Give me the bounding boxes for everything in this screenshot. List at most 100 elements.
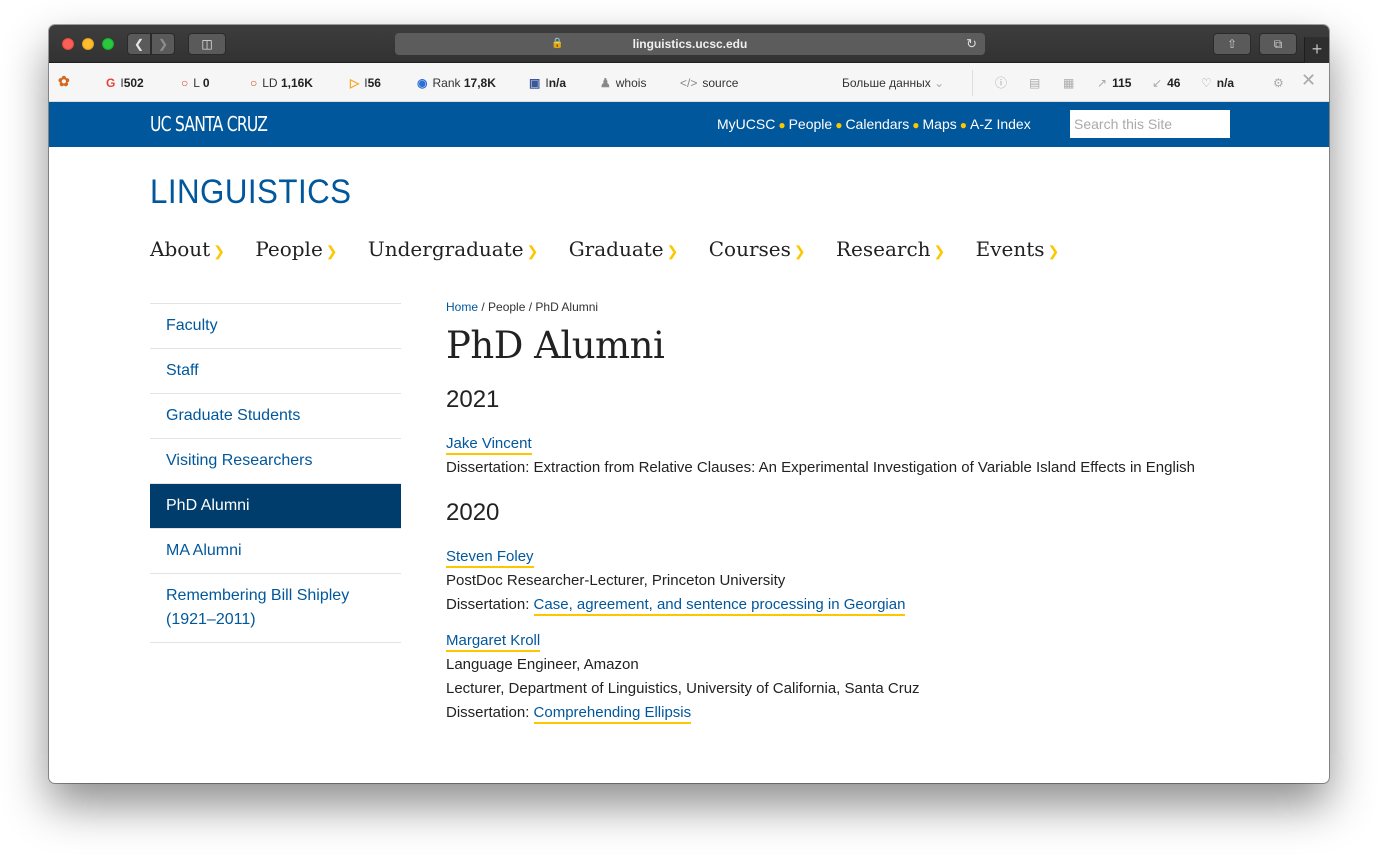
sidebar-item-ma-alumni[interactable]: MA Alumni: [150, 528, 401, 573]
address-text: linguistics.ucsc.edu: [632, 37, 748, 51]
lock-icon: 🔒: [551, 38, 564, 49]
chevron-down-icon: ❯: [526, 244, 539, 260]
seoquake-logo-icon[interactable]: ✿: [58, 73, 70, 89]
nav-graduate[interactable]: Graduate ❯: [569, 237, 679, 261]
sidebar-item-graduate-students[interactable]: Graduate Students: [150, 393, 401, 438]
close-window-button[interactable]: [62, 38, 74, 50]
circle-icon: ○: [181, 76, 189, 90]
close-toolbar-icon[interactable]: ✕: [1301, 71, 1316, 89]
new-tab-button[interactable]: +: [1304, 37, 1329, 63]
nav-people[interactable]: People ❯: [255, 237, 337, 261]
alumni-name-link[interactable]: Jake Vincent: [446, 435, 532, 455]
ucsc-logo[interactable]: UC SANTA CRUZ: [150, 112, 268, 136]
bing-index-item[interactable]: ▷ I56: [350, 75, 381, 91]
main-nav: About ❯ People ❯ Undergraduate ❯ Graduate ❯ …: [150, 237, 1083, 261]
share-icon: ⇧: [1226, 37, 1238, 51]
sidebar-item-staff[interactable]: Staff: [150, 348, 401, 393]
bullet-separator: ●: [959, 118, 967, 132]
myucsc-link[interactable]: MyUCSC: [717, 116, 775, 132]
dissertation-line: Dissertation: Comprehending Ellipsis: [446, 701, 1226, 725]
sidebar-item-remembering-bill-shipley[interactable]: Remembering Bill Shipley (1921–2011): [150, 573, 401, 643]
sidebar-item-visiting-researchers[interactable]: Visiting Researchers: [150, 438, 401, 483]
chevron-down-icon: ❯: [1047, 244, 1060, 260]
info-icon[interactable]: ⓘ: [995, 75, 1007, 91]
facebook-item[interactable]: ▣ In/a: [529, 75, 566, 91]
nav-research[interactable]: Research ❯: [836, 237, 945, 261]
circle-icon: ○: [250, 76, 258, 90]
dissertation-link[interactable]: Case, agreement, and sentence processing…: [533, 596, 906, 616]
forward-button[interactable]: ❯: [151, 33, 175, 55]
breadcrumb-home-link[interactable]: Home: [446, 300, 478, 314]
back-button[interactable]: ❮: [127, 33, 151, 55]
utility-links: MyUCSC ● People ● Calendars ● Maps ● A-Z Index: [717, 116, 1031, 132]
sidebar-item-faculty[interactable]: Faculty: [150, 303, 401, 348]
chevron-down-icon: ❯: [933, 244, 946, 260]
bing-icon: ▷: [350, 76, 360, 90]
dissertation-line: Dissertation: Extraction from Relative C…: [446, 459, 1195, 476]
breadcrumb: Home / People / PhD Alumni: [446, 300, 1226, 314]
toolbar-divider: [972, 70, 973, 96]
nav-events[interactable]: Events ❯: [976, 237, 1060, 261]
source-item[interactable]: </> source: [680, 75, 738, 91]
nav-about[interactable]: About ❯: [150, 237, 225, 261]
dissertation-link[interactable]: Comprehending Ellipsis: [533, 704, 692, 724]
bullet-separator: ●: [912, 118, 920, 132]
show-tabs-button[interactable]: ⧉: [1259, 33, 1297, 55]
breadcrumb-trail: / People / PhD Alumni: [478, 300, 599, 314]
user-icon: ♟: [600, 76, 611, 90]
google-icon: G: [106, 76, 116, 90]
bullet-separator: ●: [835, 118, 843, 132]
alumni-entry: Margaret Kroll Language Engineer, Amazon…: [446, 629, 1226, 725]
chart-icon[interactable]: ▤: [1029, 75, 1040, 91]
year-heading: 2020: [446, 499, 500, 526]
chevron-down-icon: ❯: [325, 244, 338, 260]
reload-icon[interactable]: ↻: [966, 33, 977, 55]
alumni-name-link[interactable]: Margaret Kroll: [446, 632, 541, 652]
address-bar[interactable]: 🔒 linguistics.ucsc.edu ↻: [395, 33, 985, 55]
nav-undergraduate[interactable]: Undergraduate ❯: [368, 237, 538, 261]
google-index-item[interactable]: G I502: [106, 75, 144, 91]
alumni-position: Language Engineer, Amazon: [446, 656, 639, 673]
rank-icon: ◉: [417, 76, 428, 90]
dissertation-title: Extraction from Relative Clauses: An Exp…: [533, 459, 1195, 476]
nav-courses[interactable]: Courses ❯: [709, 237, 806, 261]
share-button[interactable]: ⇧: [1213, 33, 1251, 55]
more-data-dropdown[interactable]: Больше данных ⌄: [842, 75, 944, 91]
whois-item[interactable]: ♟ whois: [600, 75, 646, 91]
chevron-down-icon: ❯: [666, 244, 679, 260]
seo-toolbar: ✿ G I502 ○ L 0 ○ LD 1,16K ▷ I56 ◉ Rank 17,8K …: [49, 63, 1329, 102]
document-icon[interactable]: ▦: [1063, 75, 1074, 91]
calendars-link[interactable]: Calendars: [845, 116, 909, 132]
rank-item[interactable]: ◉ Rank 17,8K: [417, 75, 496, 91]
main-content: Home / People / PhD Alumni PhD Alumni 20…: [446, 297, 1226, 725]
a-z-index-link[interactable]: A-Z Index: [970, 116, 1031, 132]
side-nav: Faculty Staff Graduate Students Visiting…: [150, 303, 401, 643]
sidebar-toggle-button[interactable]: ◫: [188, 33, 226, 55]
facebook-icon: ▣: [529, 76, 541, 90]
internal-links-item[interactable]: ↙ 46: [1152, 75, 1180, 91]
alumni-name-link[interactable]: Steven Foley: [446, 548, 534, 568]
sidebar-item-phd-alumni[interactable]: PhD Alumni: [150, 483, 401, 528]
minimize-window-button[interactable]: [82, 38, 94, 50]
browser-window: ❮ ❯ ◫ 🔒 linguistics.ucsc.edu ↻ ⇧ ⧉ + ✿ G…: [49, 25, 1329, 783]
zoom-window-button[interactable]: [102, 38, 114, 50]
browser-titlebar: ❮ ❯ ◫ 🔒 linguistics.ucsc.edu ↻ ⇧ ⧉ +: [49, 25, 1329, 63]
links-item[interactable]: ○ L 0: [181, 75, 210, 91]
tabs-icon: ⧉: [1273, 37, 1283, 51]
ld-item[interactable]: ○ LD 1,16K: [250, 75, 313, 91]
site-search-input[interactable]: Search this Site: [1070, 110, 1230, 138]
site-header: UC SANTA CRUZ MyUCSC ● People ● Calendars ● Ma…: [49, 102, 1329, 147]
people-link[interactable]: People: [789, 116, 833, 132]
site-title[interactable]: LINGUISTICS: [150, 173, 351, 212]
chevron-left-icon: ❮: [133, 37, 145, 51]
external-links-item[interactable]: ↗ 115: [1097, 75, 1131, 91]
external-link-icon: ↗: [1097, 76, 1108, 90]
heart-item[interactable]: ♡ n/a: [1201, 75, 1234, 91]
maps-link[interactable]: Maps: [923, 116, 957, 132]
alumni-entry: Steven Foley PostDoc Researcher-Lecturer…: [446, 545, 1226, 617]
chevron-down-icon: ❯: [213, 244, 225, 260]
internal-link-icon: ↙: [1152, 76, 1163, 90]
sidebar-icon: ◫: [201, 37, 213, 51]
settings-gear-icon[interactable]: ⚙: [1273, 75, 1284, 91]
page-title: PhD Alumni: [446, 324, 665, 367]
